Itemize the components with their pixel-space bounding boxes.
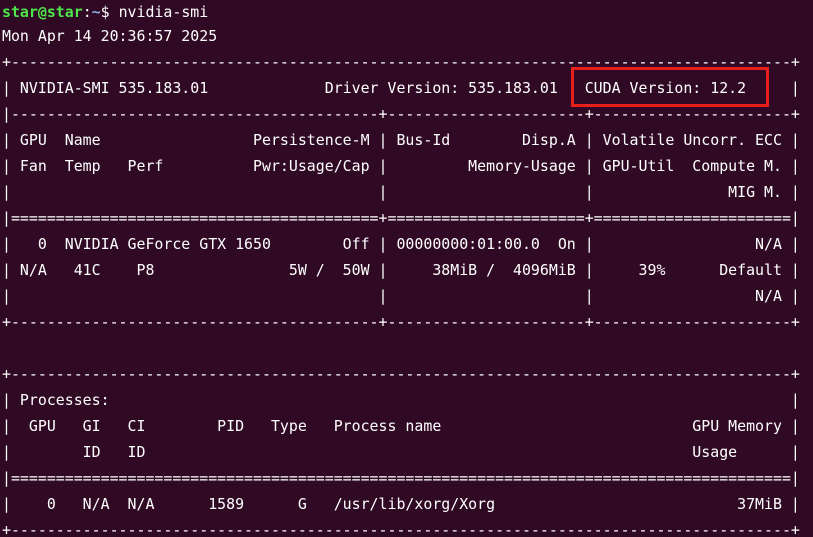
output-line: | | | N/A | [2,287,800,305]
prompt-symbol: $ [100,3,119,21]
output-line: +---------------------------------------… [2,365,800,383]
output-line: | GPU Name Persistence-M | Bus-Id Disp.A… [2,131,800,149]
cuda-version-highlight [571,67,769,107]
prompt-separator: : [82,3,92,21]
prompt-line: star@star:~$ nvidia-smi [2,0,208,25]
terminal-window[interactable]: star@star:~$ nvidia-smi Mon Apr 14 20:36… [2,0,813,537]
output-line: | 0 NVIDIA GeForce GTX 1650 Off | 000000… [2,235,800,253]
output-line: | 0 N/A N/A 1589 G /usr/lib/xorg/Xorg 37… [2,495,800,513]
output-line: +---------------------------------------… [2,313,800,331]
output-line: | ID ID Usage | [2,443,800,461]
prompt-path: ~ [91,3,101,21]
output-line: | Fan Temp Perf Pwr:Usage/Cap | Memory-U… [2,157,800,175]
output-line: |=======================================… [2,469,800,487]
output-line: | GPU GI CI PID Type Process name GPU Me… [2,417,800,435]
command-text: nvidia-smi [118,3,209,21]
output-line: | | | MIG M. | [2,183,800,201]
timestamp-line: Mon Apr 14 20:36:57 2025 [2,27,218,45]
prompt-user-host: star@star [2,3,83,21]
output-line: +---------------------------------------… [2,521,800,537]
output-line: | Processes: | [2,391,800,409]
output-line: |=======================================… [2,209,800,227]
output-line: | N/A 41C P8 5W / 50W | 38MiB / 4096MiB … [2,261,800,279]
